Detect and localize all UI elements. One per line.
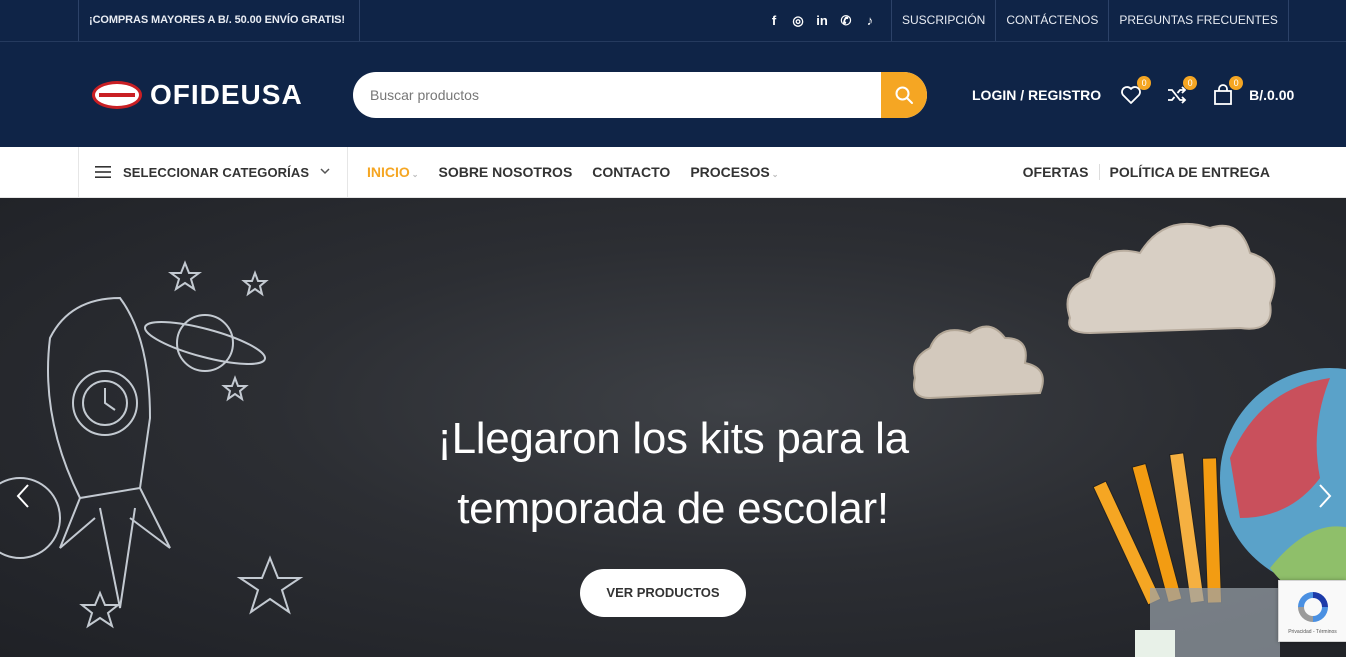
categories-label: SELECCIONAR CATEGORÍAS: [123, 164, 310, 180]
whatsapp-icon[interactable]: ✆: [838, 12, 854, 30]
hero-title: ¡Llegaron los kits para la temporada de …: [373, 404, 973, 544]
facebook-icon[interactable]: f: [766, 12, 782, 30]
login-register-link[interactable]: LOGIN / REGISTRO: [972, 87, 1101, 103]
logo-text: OFIDEUSA: [150, 79, 303, 110]
header-actions: LOGIN / REGISTRO 0 0 0 B/.0.00: [972, 76, 1294, 108]
contact-us-link[interactable]: CONTÁCTENOS: [995, 0, 1108, 41]
search-button[interactable]: [881, 72, 927, 118]
menu-item-contacto[interactable]: CONTACTO: [592, 164, 670, 180]
categories-dropdown[interactable]: SELECCIONAR CATEGORÍAS: [78, 147, 348, 197]
menu-item-procesos[interactable]: PROCESOS ⌄: [690, 164, 778, 180]
wishlist-count-badge: 0: [1137, 76, 1152, 90]
primary-menu: INICIO ⌄ SOBRE NOSOTROS CONTACTO PROCESOS…: [367, 147, 798, 197]
cart-total[interactable]: B/.0.00: [1249, 87, 1294, 103]
wishlist-button[interactable]: 0: [1119, 76, 1152, 107]
search-icon: [895, 86, 913, 104]
main-header: OFIDEUSA LOGIN / REGISTRO 0 0: [0, 42, 1346, 147]
secondary-menu: OFERTAS POLÍTICA DE ENTREGA: [1023, 147, 1270, 197]
slider-prev-button[interactable]: [12, 481, 36, 511]
chevron-right-icon: [1319, 484, 1332, 508]
linkedin-icon[interactable]: in: [814, 12, 830, 30]
menu-item-inicio[interactable]: INICIO ⌄: [367, 164, 418, 180]
view-products-button[interactable]: VER PRODUCTOS: [580, 569, 746, 617]
cart-button[interactable]: 0: [1211, 76, 1244, 107]
top-links: SUSCRIPCIÓN CONTÁCTENOS PREGUNTAS FRECUE…: [891, 0, 1289, 41]
tiktok-icon[interactable]: ♪: [862, 12, 878, 30]
top-bar: ¡COMPRAS MAYORES A B/. 50.00 ENVÍO GRATI…: [0, 0, 1346, 42]
recaptcha-icon: [1298, 592, 1328, 622]
social-links: f ◎ in ✆ ♪: [766, 11, 878, 31]
search-bar: [353, 72, 927, 118]
recaptcha-badge[interactable]: Privacidad - Términos: [1278, 580, 1346, 642]
chevron-down-icon: ⌄: [771, 170, 779, 179]
menu-item-sobre-nosotros[interactable]: SOBRE NOSOTROS: [438, 164, 572, 180]
main-nav: SELECCIONAR CATEGORÍAS INICIO ⌄ SOBRE NOS…: [0, 147, 1346, 198]
logo-emblem-icon: [92, 81, 142, 109]
recaptcha-links[interactable]: Privacidad - Términos: [1279, 629, 1346, 635]
hero-title-line-1: ¡Llegaron los kits para la: [437, 414, 909, 463]
subscription-link[interactable]: SUSCRIPCIÓN: [891, 0, 995, 41]
compare-count-badge: 0: [1183, 76, 1198, 90]
search-input[interactable]: [353, 72, 881, 118]
compare-button[interactable]: 0: [1165, 76, 1198, 107]
hero-slider: ¡Llegaron los kits para la temporada de …: [0, 198, 1346, 657]
menu-divider: [1098, 164, 1100, 180]
menu-item-ofertas[interactable]: OFERTAS: [1023, 164, 1089, 180]
free-shipping-promo: ¡COMPRAS MAYORES A B/. 50.00 ENVÍO GRATI…: [78, 0, 360, 41]
chalk-rocket-illustration: [0, 260, 304, 629]
site-logo[interactable]: OFIDEUSA: [92, 78, 303, 112]
chevron-left-icon: [16, 484, 29, 508]
faq-link[interactable]: PREGUNTAS FRECUENTES: [1108, 0, 1289, 41]
chevron-down-icon: [320, 168, 330, 175]
hero-title-line-2: temporada de escolar!: [457, 484, 889, 533]
cart-count-badge: 0: [1229, 76, 1244, 90]
instagram-icon[interactable]: ◎: [790, 12, 806, 30]
hamburger-menu-icon: [95, 166, 111, 178]
chevron-down-icon: ⌄: [411, 170, 419, 179]
menu-item-politica-entrega[interactable]: POLÍTICA DE ENTREGA: [1110, 164, 1271, 180]
slider-next-button[interactable]: [1312, 481, 1336, 511]
menu-item-label: INICIO: [367, 164, 410, 180]
menu-item-label: PROCESOS: [690, 164, 770, 180]
